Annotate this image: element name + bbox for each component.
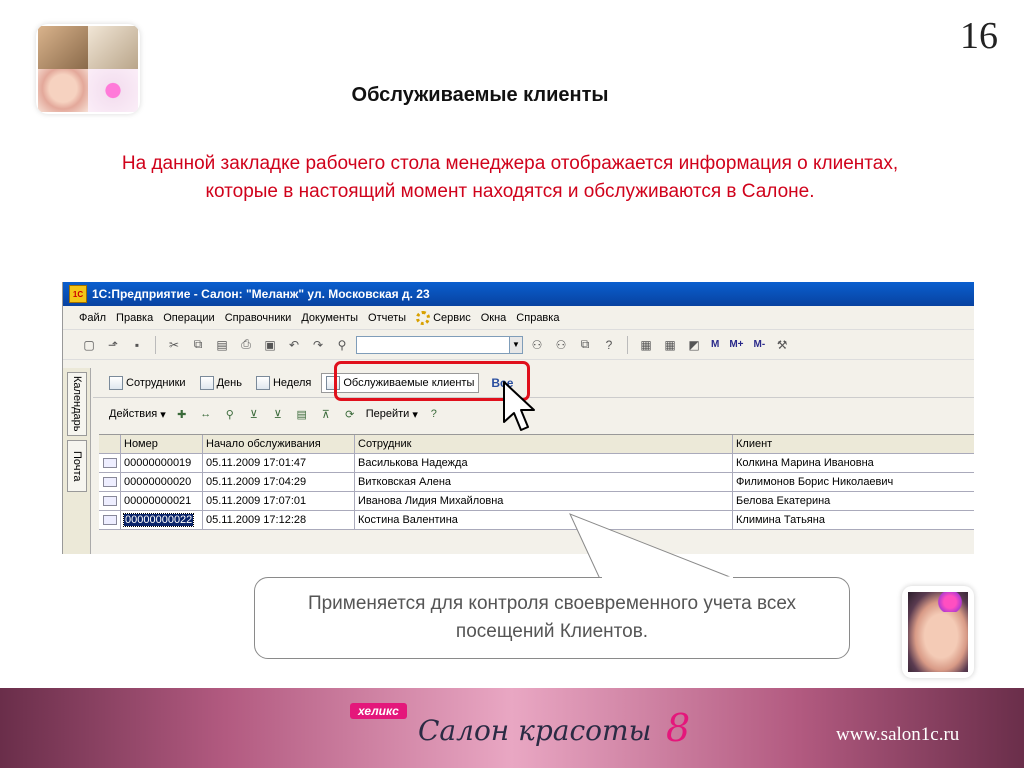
side-tab-strip: Календарь Почта xyxy=(63,368,91,554)
add-icon[interactable]: ✚ xyxy=(174,406,190,422)
new-document-icon[interactable]: ▢ xyxy=(79,335,99,355)
column-start[interactable]: Начало обслуживания xyxy=(203,435,355,453)
goto-row-icon[interactable]: ↔ xyxy=(198,406,214,422)
help-icon[interactable]: ? xyxy=(426,406,442,422)
filter-value-icon[interactable]: ⊻ xyxy=(270,406,286,422)
open-icon[interactable]: ⬏ xyxy=(103,335,123,355)
table-row[interactable]: 00000000021 05.11.2009 17:07:01 Иванова … xyxy=(99,492,974,511)
menu-edit[interactable]: Правка xyxy=(116,312,153,324)
toolbar-separator xyxy=(627,335,628,354)
tab-highlight-frame xyxy=(334,361,530,401)
tools-icon[interactable]: ⚒ xyxy=(772,335,792,355)
document-icon xyxy=(103,477,117,487)
table-row[interactable]: 00000000019 05.11.2009 17:01:47 Василько… xyxy=(99,454,974,473)
table-row[interactable]: 00000000020 05.11.2009 17:04:29 Витковск… xyxy=(99,473,974,492)
table-row-selected[interactable]: 00000000022 05.11.2009 17:12:28 Костина … xyxy=(99,511,974,530)
paste-icon[interactable]: ▤ xyxy=(212,335,232,355)
search-dropdown-button[interactable]: ▼ xyxy=(509,335,523,354)
actions-menu-button[interactable]: Действия ▾ xyxy=(109,408,166,421)
undo-icon[interactable]: ↶ xyxy=(284,335,304,355)
slide-description: На данной закладке рабочего стола менедж… xyxy=(121,153,899,202)
menu-references[interactable]: Справочники xyxy=(225,312,292,324)
tab-day[interactable]: День xyxy=(196,373,246,393)
callout-note: Применяется для контроля своевременного … xyxy=(254,577,850,659)
refresh-icon[interactable]: ⟳ xyxy=(342,406,358,422)
slide-title: Обслуживаемые клиенты xyxy=(351,84,609,106)
menu-service[interactable]: Сервис xyxy=(416,310,471,325)
document-icon xyxy=(103,515,117,525)
column-number[interactable]: Номер xyxy=(121,435,203,453)
menu-file[interactable]: Файл xyxy=(79,312,106,324)
save-icon[interactable]: ▪ xyxy=(127,335,147,355)
find-next-icon[interactable]: ⚇ xyxy=(527,335,547,355)
binoculars-icon[interactable]: ⚲ xyxy=(332,335,352,355)
windows-icon[interactable]: ⧉ xyxy=(575,335,595,355)
day-icon xyxy=(199,375,214,390)
calculator-extra-icon[interactable]: ◩ xyxy=(684,335,704,355)
window-title: 1С:Предприятие - Салон: "Меланж" ул. Мос… xyxy=(92,287,430,301)
tab-week[interactable]: Неделя xyxy=(252,373,315,393)
memory-m-button[interactable]: M xyxy=(711,339,719,350)
side-tab-mail[interactable]: Почта xyxy=(67,440,87,492)
menu-reports[interactable]: Отчеты xyxy=(368,312,406,324)
menu-operations[interactable]: Операции xyxy=(163,312,214,324)
clients-table: Номер Начало обслуживания Сотрудник Клие… xyxy=(99,434,974,530)
filter-icon[interactable]: ⊻ xyxy=(246,406,262,422)
menu-windows[interactable]: Окна xyxy=(481,312,507,324)
find-prev-icon[interactable]: ⚇ xyxy=(551,335,571,355)
week-icon xyxy=(255,375,270,390)
memory-plus-button[interactable]: M+ xyxy=(729,339,743,350)
redo-icon[interactable]: ↷ xyxy=(308,335,328,355)
decorative-portrait xyxy=(902,586,974,678)
calendar-icon[interactable]: ▦ xyxy=(660,335,680,355)
preview-icon[interactable]: ▣ xyxy=(260,335,280,355)
cut-icon[interactable]: ✂ xyxy=(164,335,184,355)
toolbar-separator xyxy=(155,335,156,354)
main-toolbar: ▢ ⬏ ▪ ✂ ⧉ ▤ ⎙ ▣ ↶ ↷ ⚲ ▼ ⚇ ⚇ ⧉ ? ▦ ▦ ◩ M … xyxy=(63,330,974,360)
window-title-bar: 1С 1С:Предприятие - Салон: "Меланж" ул. … xyxy=(63,282,974,306)
filter-dropdown-icon[interactable]: ▤ xyxy=(294,406,310,422)
brand-version: 8 xyxy=(666,706,691,750)
page-number: 16 xyxy=(960,15,998,57)
column-client[interactable]: Клиент xyxy=(733,435,974,453)
brand-name: Салон красоты xyxy=(418,714,652,747)
goto-menu-button[interactable]: Перейти ▾ xyxy=(366,408,418,421)
gear-icon xyxy=(416,310,431,325)
menu-help[interactable]: Справка xyxy=(516,312,559,324)
menu-bar: Файл Правка Операции Справочники Докумен… xyxy=(63,306,974,330)
print-icon[interactable]: ⎙ xyxy=(236,335,256,355)
column-employee[interactable]: Сотрудник xyxy=(355,435,733,453)
search-icon[interactable]: ⚲ xyxy=(222,406,238,422)
clear-filter-icon[interactable]: ⊼ xyxy=(318,406,334,422)
mouse-pointer-icon xyxy=(503,381,535,431)
document-icon xyxy=(103,458,117,468)
side-tab-calendar[interactable]: Календарь xyxy=(67,372,87,436)
document-icon xyxy=(103,496,117,506)
footer-url[interactable]: www.salon1c.ru xyxy=(836,724,959,746)
tab-employees[interactable]: Сотрудники xyxy=(105,373,190,393)
copy-icon[interactable]: ⧉ xyxy=(188,335,208,355)
calculator-icon[interactable]: ▦ xyxy=(636,335,656,355)
menu-documents[interactable]: Документы xyxy=(301,312,358,324)
search-input[interactable] xyxy=(356,335,510,354)
app-logo-icon: 1С xyxy=(69,285,87,303)
employees-icon xyxy=(109,375,123,390)
help-icon[interactable]: ? xyxy=(599,335,619,355)
memory-minus-button[interactable]: M- xyxy=(754,339,766,350)
brand-badge: хеликс xyxy=(350,703,407,719)
